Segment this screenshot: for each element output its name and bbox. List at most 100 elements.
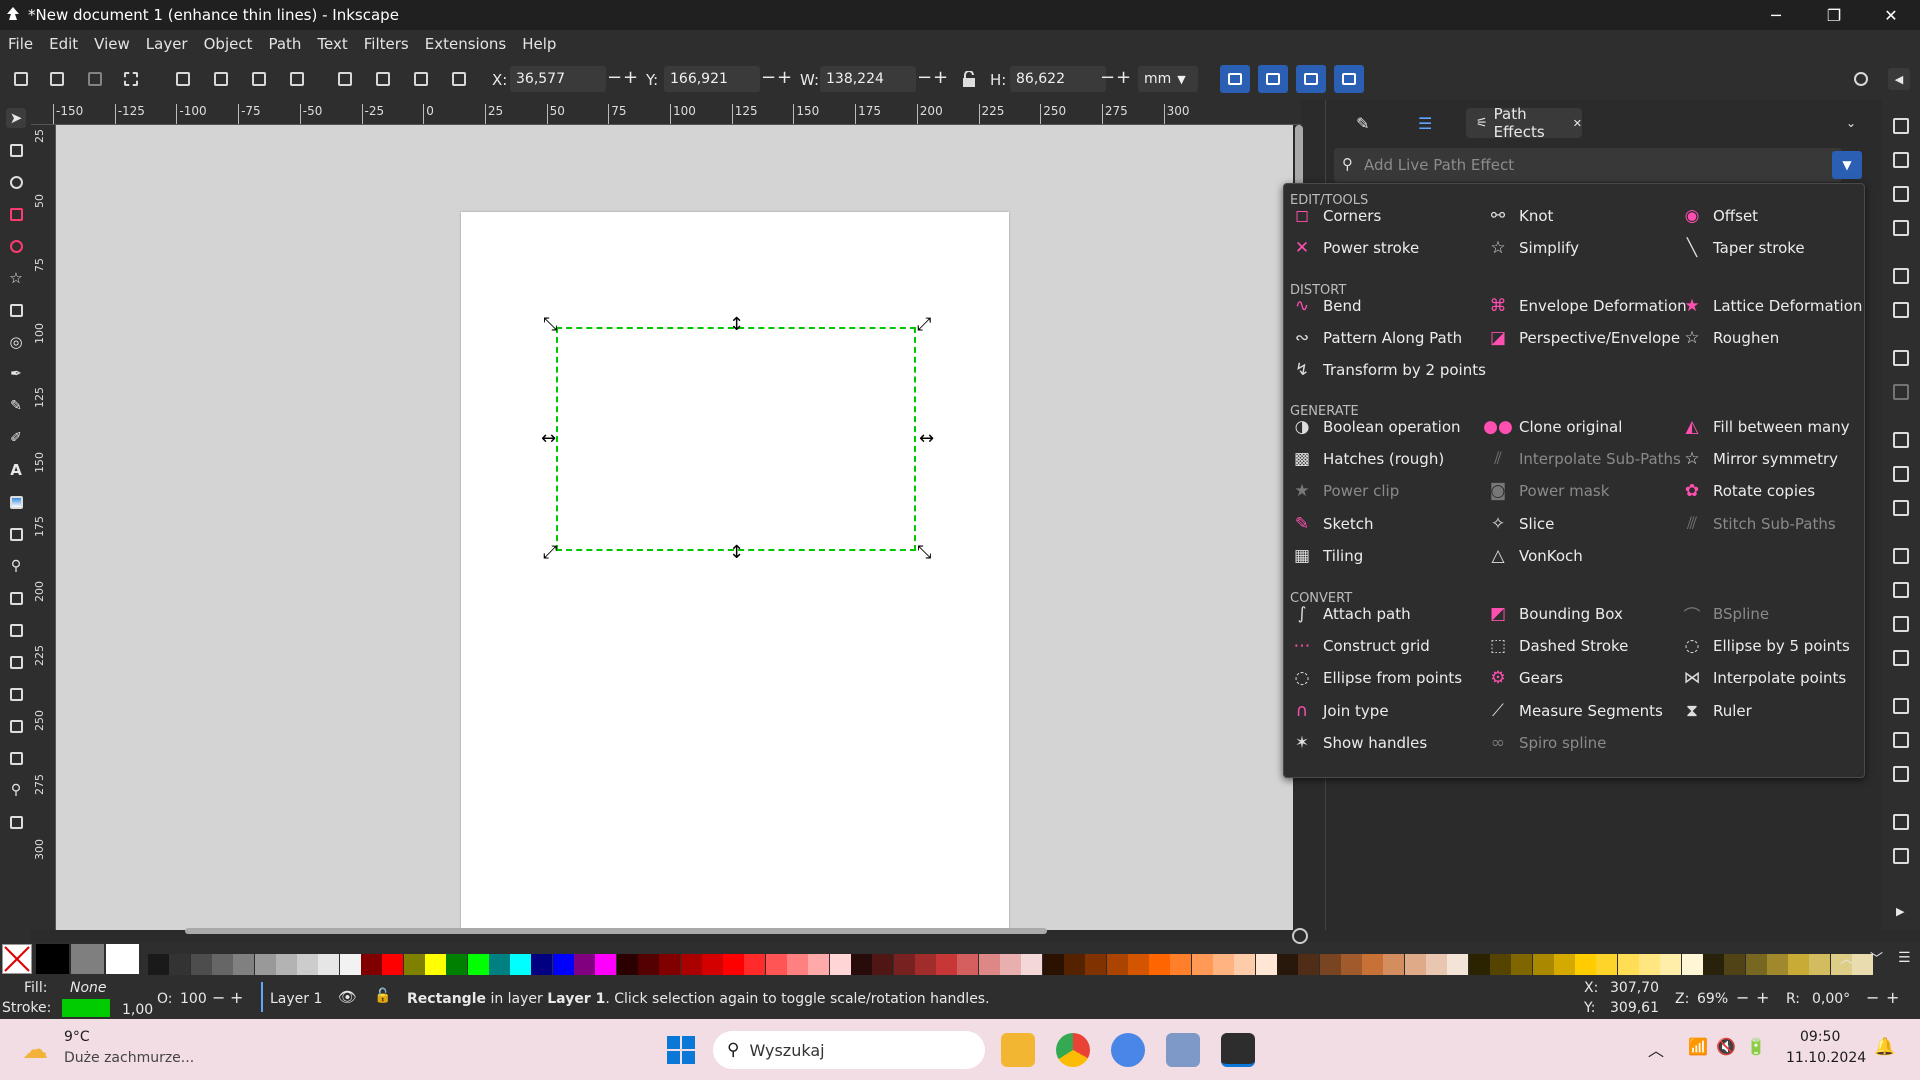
palette-swatch[interactable] xyxy=(552,954,574,975)
palette-swatch[interactable] xyxy=(957,954,979,975)
flip-horizontal-icon[interactable] xyxy=(248,68,270,90)
paste-icon[interactable] xyxy=(1893,500,1909,516)
menu-view[interactable]: View xyxy=(86,35,138,53)
effect-bounding-box[interactable]: ◩ Bounding Box xyxy=(1488,603,1623,625)
palette-swatch[interactable] xyxy=(872,954,894,975)
menu-edit[interactable]: Edit xyxy=(41,35,86,53)
palette-swatch[interactable] xyxy=(1745,954,1767,975)
collapse-commands-icon[interactable]: ◀ xyxy=(1888,68,1910,90)
scale-handle-w[interactable]: ↔ xyxy=(541,430,556,448)
opacity-increment[interactable]: + xyxy=(230,988,243,1007)
palette-swatch[interactable] xyxy=(1809,954,1831,975)
lower-icon[interactable] xyxy=(410,68,432,90)
touch-select-icon[interactable] xyxy=(120,68,142,90)
connector-tool-icon[interactable] xyxy=(6,716,26,736)
palette-swatch[interactable] xyxy=(148,954,169,975)
effect-taper-stroke[interactable]: ╲ Taper stroke xyxy=(1682,237,1805,259)
palette-swatch[interactable] xyxy=(1617,954,1639,975)
effect-envelope-deformation[interactable]: ⌘ Envelope Deformation xyxy=(1488,295,1687,317)
effects-dropdown-button[interactable]: ▼ xyxy=(1832,151,1862,179)
palette-swatch[interactable] xyxy=(1766,954,1788,975)
x-field[interactable]: 36,577 xyxy=(510,66,606,92)
menu-file[interactable]: File xyxy=(0,35,41,53)
file-explorer-icon[interactable] xyxy=(1001,1033,1035,1067)
palette-swatch[interactable] xyxy=(850,954,872,975)
palette-swatch[interactable] xyxy=(1170,954,1192,975)
effect-tiling[interactable]: ▦ Tiling xyxy=(1292,545,1363,567)
x-increment[interactable]: + xyxy=(623,68,638,88)
palette-swatch[interactable] xyxy=(1000,954,1021,975)
palette-swatch[interactable] xyxy=(787,954,808,975)
clone-icon[interactable] xyxy=(1893,732,1909,748)
palette-swatch[interactable] xyxy=(808,954,830,975)
inkscape-taskbar-icon[interactable] xyxy=(1221,1033,1255,1067)
palette-swatch[interactable] xyxy=(467,954,489,975)
palette-swatch[interactable] xyxy=(1042,954,1064,975)
pages-tool-icon[interactable] xyxy=(6,748,26,768)
mesh-tool-icon[interactable] xyxy=(6,524,26,544)
palette-swatch[interactable] xyxy=(936,954,958,975)
palette-swatch[interactable] xyxy=(978,954,1000,975)
document-page[interactable]: ⤡ ↕ ⤢ ↔ ↔ ⤢ ↕ ⤡ xyxy=(461,212,1009,930)
palette-swatch[interactable] xyxy=(71,944,104,974)
palette-swatch[interactable] xyxy=(297,954,319,975)
palette-swatch[interactable] xyxy=(1489,954,1511,975)
horizontal-scrollbar[interactable] xyxy=(185,928,1047,934)
scale-stroke-button[interactable] xyxy=(1220,65,1250,93)
ungroup-icon[interactable] xyxy=(1893,848,1909,864)
w-increment[interactable]: + xyxy=(933,68,948,88)
palette-swatch[interactable] xyxy=(723,954,745,975)
scroll-down-icon[interactable]: ﹀ xyxy=(1870,948,1883,967)
close-window-button[interactable]: ✕ xyxy=(1862,0,1920,30)
y-decrement[interactable]: − xyxy=(761,68,776,88)
unit-select[interactable]: mm ▼ xyxy=(1138,66,1198,92)
scale-handle-n[interactable]: ↕ xyxy=(729,316,744,334)
palette-swatch[interactable] xyxy=(1553,954,1575,975)
fill-value[interactable]: None xyxy=(70,980,107,996)
palette-swatch[interactable] xyxy=(1362,954,1384,975)
palette-swatch[interactable] xyxy=(339,954,361,975)
menu-layer[interactable]: Layer xyxy=(138,35,196,53)
opacity-decrement[interactable]: − xyxy=(212,988,225,1007)
copy-icon[interactable] xyxy=(1893,432,1909,448)
export-icon[interactable] xyxy=(1893,302,1909,318)
palette-swatch[interactable] xyxy=(1213,954,1234,975)
effect-transform-2-points[interactable]: ↯ Transform by 2 points xyxy=(1292,359,1486,381)
measure-tool-icon[interactable] xyxy=(6,812,26,832)
palette-swatch[interactable] xyxy=(488,954,510,975)
battery-icon[interactable]: 🔋 xyxy=(1746,1037,1766,1056)
effect-simplify[interactable]: ☆ Simplify xyxy=(1488,237,1579,259)
tweak-tool-icon[interactable] xyxy=(6,620,26,640)
palette-swatch[interactable] xyxy=(169,954,191,975)
scale-handle-se[interactable]: ⤡ xyxy=(917,544,931,562)
palette-swatch[interactable] xyxy=(106,944,139,974)
palette-swatch[interactable] xyxy=(254,954,276,975)
chrome-profile-icon[interactable] xyxy=(1111,1033,1145,1067)
palette-swatch[interactable] xyxy=(1447,954,1469,975)
wifi-icon[interactable]: 📶 xyxy=(1688,1037,1708,1056)
palette-swatch[interactable] xyxy=(446,954,468,975)
h-increment[interactable]: + xyxy=(1116,68,1131,88)
h-decrement[interactable]: − xyxy=(1100,68,1115,88)
palette-swatch[interactable] xyxy=(893,954,915,975)
gradient-tool-icon[interactable] xyxy=(6,492,26,512)
palette-swatch[interactable] xyxy=(36,944,69,974)
raise-icon[interactable] xyxy=(372,68,394,90)
palette-swatch[interactable] xyxy=(1149,954,1171,975)
y-field[interactable]: 166,921 xyxy=(664,66,760,92)
effect-boolean-operation[interactable]: ◑ Boolean operation xyxy=(1292,416,1461,438)
notification-bell-icon[interactable]: 🔔 xyxy=(1874,1037,1895,1057)
palette-swatch[interactable] xyxy=(1788,954,1810,975)
canvas[interactable]: ⤡ ↕ ⤢ ↔ ↔ ⤢ ↕ ⤡ xyxy=(56,125,1293,930)
palette-swatch[interactable] xyxy=(1106,954,1128,975)
add-live-path-effect-search[interactable]: ⚲ Add Live Path Effect xyxy=(1334,148,1842,182)
palette-swatch[interactable] xyxy=(765,954,787,975)
layers-tab-icon[interactable]: ☰ xyxy=(1418,108,1432,138)
palette-swatch[interactable] xyxy=(531,954,553,975)
select-all-layers-icon[interactable] xyxy=(46,68,68,90)
palette-swatch[interactable] xyxy=(1660,954,1682,975)
palette-swatch[interactable] xyxy=(1021,954,1043,975)
snap-icon[interactable] xyxy=(1850,68,1872,90)
redo-icon[interactable] xyxy=(1893,384,1909,400)
maximize-button[interactable]: ❐ xyxy=(1805,0,1863,30)
